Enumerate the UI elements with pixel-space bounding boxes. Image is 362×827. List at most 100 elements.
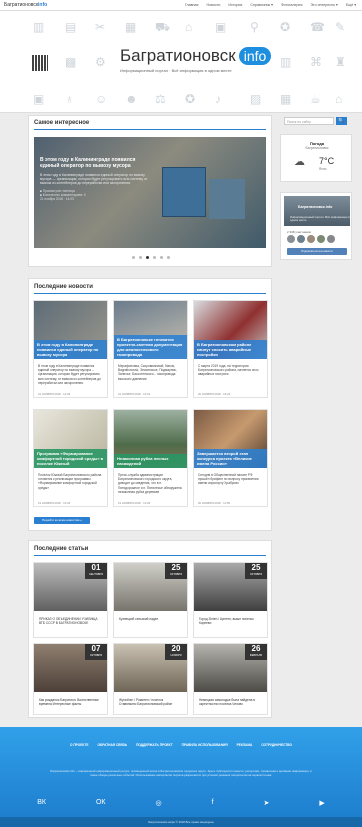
news-card[interactable]: Программа «Формирование комфортной город… <box>33 409 108 507</box>
vk-icon[interactable]: ВК <box>37 799 46 807</box>
article-day: 20 <box>171 644 181 653</box>
light-icon: ✪ <box>185 92 196 106</box>
slider-dot[interactable] <box>139 256 142 259</box>
article-month: ОКТЯБРЯ <box>169 573 183 576</box>
light-icon: ✪ <box>280 20 291 34</box>
telegram-icon[interactable]: ➤ <box>264 799 270 807</box>
avatar[interactable] <box>287 235 295 243</box>
news-card[interactable]: Незаконная рубка лесных насаждений Пресс… <box>113 409 188 507</box>
news-date: 21 НОЯБРЯ 2018 · 14:01 <box>118 392 151 396</box>
slide-title[interactable]: В этом году в Калининграде появился един… <box>40 157 150 169</box>
vk-members-count: 2 338 участников <box>287 230 311 234</box>
footer-link-feedback[interactable]: ОБРАТНАЯ СВЯЗЬ <box>97 743 127 747</box>
article-title[interactable]: Кузнецкий сельский надел <box>119 617 181 621</box>
car-icon: ⛟ <box>155 20 171 34</box>
news-title[interactable]: В Багратионовске готовится проектно-смет… <box>114 335 187 359</box>
avatar[interactable] <box>297 235 305 243</box>
vk-cover: Багратионовск.info Информационный портал… <box>284 196 350 226</box>
nav-item-directory[interactable]: Справочник ▾ <box>250 3 273 7</box>
article-title[interactable]: Немецкая самоходка была найдена в окрест… <box>199 698 261 706</box>
divider <box>34 293 266 294</box>
featured-slider[interactable]: В этом году в Калининграде появился един… <box>34 137 266 248</box>
article-date-badge: 07 ОКТЯБРЯ <box>85 644 107 660</box>
site-logo-small[interactable]: Багратионовскinfo <box>4 2 47 8</box>
article-date-badge: 01 СЕНТЯБРЯ <box>85 563 107 579</box>
slide-image <box>162 167 206 217</box>
article-card[interactable]: 26 ФЕВРАЛЯ Немецкая самоходка была найден… <box>193 643 268 715</box>
nav-item-home[interactable]: Главная <box>185 3 199 7</box>
news-title[interactable]: В этом году в Калининграде появился един… <box>34 340 107 359</box>
news-description: С марта 2019 года, на территории Баграти… <box>198 364 259 377</box>
nav-item-gallery[interactable]: Фотогалерея <box>281 3 303 7</box>
article-card[interactable]: 25 ОКТЯБРЯ Кузнецкий сельский надел <box>113 562 188 638</box>
slider-dot-active[interactable] <box>146 256 149 259</box>
cloud-icon: ☁ <box>294 156 305 168</box>
slider-dot[interactable] <box>153 256 156 259</box>
article-card[interactable]: 01 СЕНТЯБРЯ ПРИКАЗ О ОБЪЕДИНЕНИИ УЧИЛИЩА … <box>33 562 108 638</box>
site-brand[interactable]: Багратионовск info Информационный портал … <box>120 46 272 73</box>
qr-code-icon <box>32 55 48 71</box>
brand-badge: info <box>238 47 272 65</box>
news-description: Поселок Южный Багратионовского района го… <box>38 473 102 490</box>
news-title[interactable]: Незаконная рубка лесных насаждений <box>114 454 187 468</box>
tower-icon: ♜ <box>335 55 346 69</box>
article-title[interactable]: ПРИКАЗ О ОБЪЕДИНЕНИИ УЧИЛИЩА ВТБ СССР В … <box>39 617 101 625</box>
nav-item-more[interactable]: Ещё ▾ <box>346 3 356 7</box>
news-title[interactable]: Завершается второй этап конкурса проекта… <box>194 449 267 468</box>
people-icon: ☺ <box>95 92 108 106</box>
bottle-icon: ♁ <box>65 92 74 106</box>
news-title[interactable]: В Багратионовском районе начнут сносить … <box>194 340 267 359</box>
pen-icon: ✎ <box>335 20 346 34</box>
news-card[interactable]: В Багратионовском районе начнут сносить … <box>193 300 268 398</box>
shop-icon: ⌂ <box>335 92 343 106</box>
news-card[interactable]: Завершается второй этап конкурса проекта… <box>193 409 268 507</box>
footer-link-cooperation[interactable]: СОТРУДНИЧЕСТВО <box>261 743 292 747</box>
vk-member-avatars <box>287 235 335 243</box>
nav-item-interesting[interactable]: Это интересно ▾ <box>310 3 337 7</box>
slider-dot[interactable] <box>167 256 170 259</box>
facebook-icon[interactable]: f <box>212 799 214 807</box>
section-title-news: Последние новости <box>34 284 93 290</box>
news-image: В Багратионовском районе начнут сносить … <box>194 301 267 359</box>
nav-item-history[interactable]: История <box>228 3 242 7</box>
building-icon: ▥ <box>33 20 45 34</box>
vk-widget: Багратионовск.info Информационный портал… <box>280 192 352 260</box>
news-card[interactable]: В Багратионовске готовится проектно-смет… <box>113 300 188 398</box>
article-title[interactable]: Wyrzdhen / Ромитен / поселок Ставянкино … <box>119 698 181 706</box>
vk-subscribe-button[interactable]: Подписаться на новости <box>287 248 347 255</box>
footer-link-about[interactable]: О ПРОЕКТЕ <box>70 743 88 747</box>
dumbbell-icon: ⚖ <box>155 92 166 106</box>
top-navigation: Главная Новости История Справочник ▾ Фот… <box>185 3 356 7</box>
youtube-icon[interactable]: ▶ <box>319 799 324 807</box>
nav-item-news[interactable]: Новости <box>207 3 221 7</box>
footer-link-ads[interactable]: РЕКЛАМА <box>237 743 253 747</box>
news-description: Пресс-служба администрации Багратионовск… <box>118 473 182 494</box>
slide-meta-date: 21 ноября 2018 · 14:03 <box>40 197 74 202</box>
footer-link-support[interactable]: ПОДДЕРЖАТЬ ПРОЕКТ <box>136 743 173 747</box>
footer-link-rules[interactable]: ПРАВИЛА ИСПОЛЬЗОВАНИЯ <box>182 743 228 747</box>
bank-icon: ⌘ <box>310 55 322 69</box>
all-news-button[interactable]: Перейти ко всем новостям » <box>34 517 90 524</box>
search-input[interactable]: Поиск по сайту <box>284 117 334 125</box>
news-card[interactable]: В этом году в Калининграде появился един… <box>33 300 108 398</box>
slider-dot[interactable] <box>160 256 163 259</box>
news-date: 21 НОЯБРЯ 2018 · 14:03 <box>38 392 71 396</box>
avatar[interactable] <box>317 235 325 243</box>
article-card[interactable]: 07 ОКТЯБРЯ Как рождался Багратион. Воинст… <box>33 643 108 715</box>
news-title[interactable]: Программа «Формирование комфортной город… <box>34 449 107 468</box>
weather-temperature: 7°C <box>319 156 335 166</box>
article-title[interactable]: Город Zinten / Цинтен, выше поселок Корн… <box>199 617 261 625</box>
instagram-icon[interactable]: ◎ <box>155 799 161 807</box>
search-button[interactable]: 🔍 <box>336 117 347 125</box>
vk-group-name[interactable]: Багратионовск.info <box>298 205 332 209</box>
avatar[interactable] <box>327 235 335 243</box>
avatar[interactable] <box>307 235 315 243</box>
footer-navigation: О ПРОЕКТЕ ОБРАТНАЯ СВЯЗЬ ПОДДЕРЖАТЬ ПРОЕ… <box>0 743 362 747</box>
divider <box>34 129 266 130</box>
article-card[interactable]: 25 ОКТЯБРЯ Город Zinten / Цинтен, выше по… <box>193 562 268 638</box>
news-image: Завершается второй этап конкурса проекта… <box>194 410 267 468</box>
article-title[interactable]: Как рождался Багратион. Воинственные вре… <box>39 698 101 706</box>
article-card[interactable]: 20 НОЯБРЯ Wyrzdhen / Ромитен / поселок Ст… <box>113 643 188 715</box>
slider-dot[interactable] <box>132 256 135 259</box>
odnoklassniki-icon[interactable]: ОК <box>96 799 106 807</box>
